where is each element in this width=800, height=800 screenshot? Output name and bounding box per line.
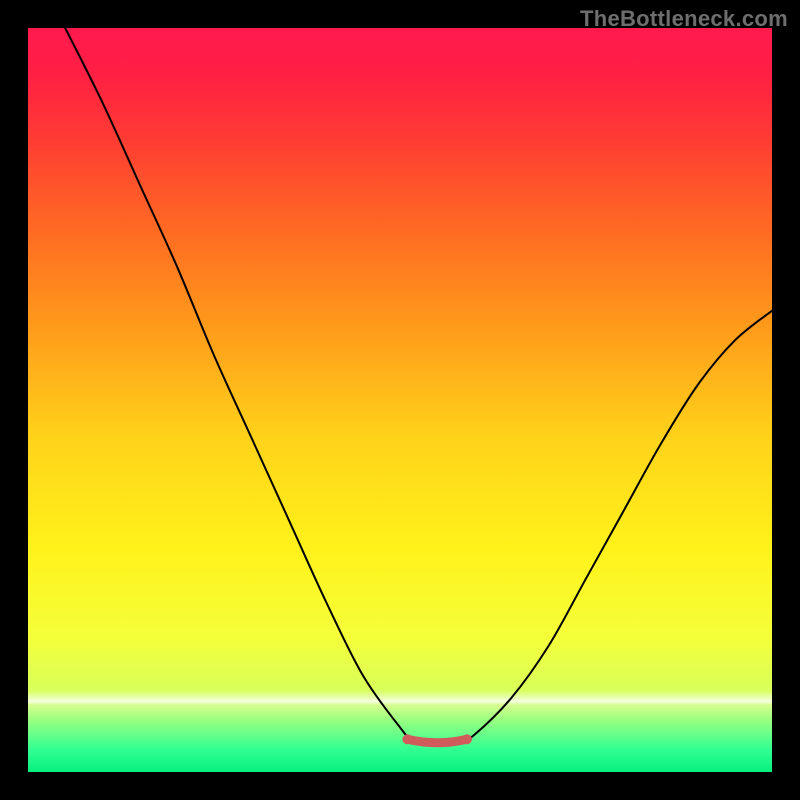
bottleneck-curve bbox=[65, 28, 772, 743]
trough-marker bbox=[407, 739, 467, 743]
curve-layer bbox=[28, 28, 772, 772]
trough-dot-left bbox=[402, 734, 412, 744]
plot-area bbox=[28, 28, 772, 772]
trough-dot-right bbox=[462, 734, 472, 744]
chart-canvas: TheBottleneck.com bbox=[0, 0, 800, 800]
